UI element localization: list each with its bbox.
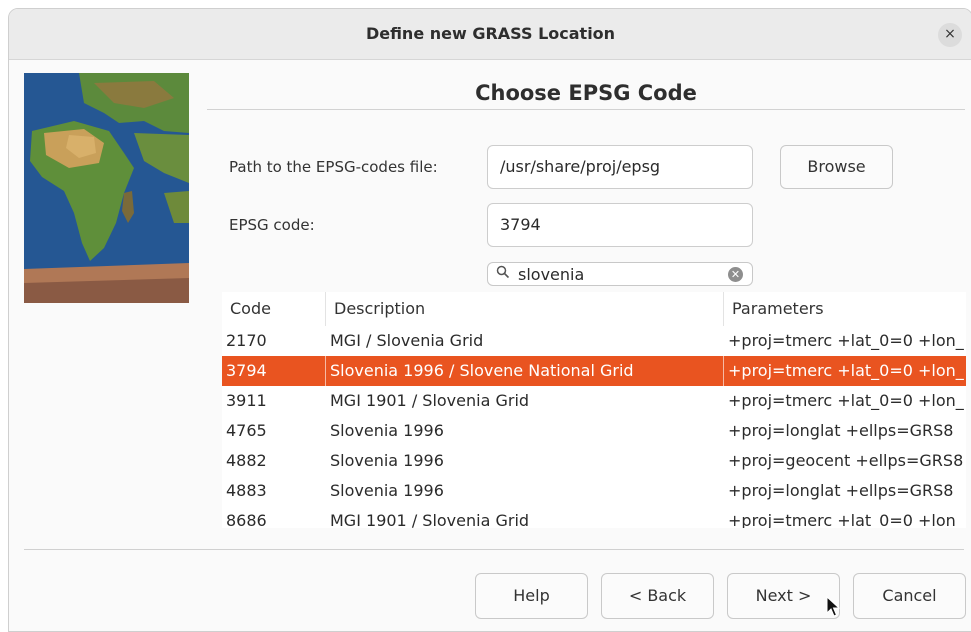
table-row[interactable]: 4883 Slovenia 1996 +proj=longlat +ellps=… [222, 476, 966, 506]
cell-code: 8686 [226, 511, 267, 528]
search-icon [496, 265, 510, 279]
cell-description: MGI / Slovenia Grid [330, 331, 484, 350]
search-text: slovenia [518, 265, 585, 284]
cell-parameters: +proj=tmerc +lat_0=0 +lon_ [728, 391, 964, 410]
table-row[interactable]: 4882 Slovenia 1996 +proj=geocent +ellps=… [222, 446, 966, 476]
cell-code: 4765 [226, 421, 267, 440]
close-icon: × [944, 26, 956, 42]
cancel-button[interactable]: Cancel [853, 573, 966, 619]
cell-parameters: +proj=geocent +ellps=GRS8 [728, 451, 964, 470]
window-title: Define new GRASS Location [365, 24, 616, 43]
footer-divider [24, 549, 964, 550]
epsg-path-input[interactable]: /usr/share/proj/epsg [487, 145, 753, 189]
dialog-window: Define new GRASS Location × Choose EPSG … [8, 8, 971, 632]
table-row[interactable]: 3911 MGI 1901 / Slovenia Grid +proj=tmer… [222, 386, 966, 416]
cell-description: Slovenia 1996 [330, 481, 444, 500]
cell-code: 4882 [226, 451, 267, 470]
world-map-image [24, 73, 189, 303]
column-header-description[interactable]: Description [326, 292, 724, 326]
mouse-pointer-icon [826, 596, 840, 617]
cell-code: 4883 [226, 481, 267, 500]
cell-code: 2170 [226, 331, 267, 350]
table-row[interactable]: 2170 MGI / Slovenia Grid +proj=tmerc +la… [222, 326, 966, 356]
help-button[interactable]: Help [475, 573, 588, 619]
table-row[interactable]: 8686 MGI 1901 / Slovenia Grid +proj=tmer… [222, 506, 966, 528]
search-input[interactable]: slovenia ✕ [487, 262, 753, 286]
clear-search-icon[interactable]: ✕ [728, 267, 743, 282]
close-button[interactable]: × [938, 23, 962, 47]
browse-button[interactable]: Browse [780, 145, 893, 189]
column-header-code[interactable]: Code [222, 292, 326, 326]
cell-parameters: +proj=longlat +ellps=GRS8 [728, 421, 954, 440]
epsg-code-label: EPSG code: [229, 216, 315, 234]
path-label: Path to the EPSG-codes file: [229, 158, 438, 176]
cell-description: Slovenia 1996 / Slovene National Grid [326, 356, 724, 386]
cell-parameters: +proj=tmerc +lat_0=0 +lon_ [728, 361, 964, 380]
column-header-parameters[interactable]: Parameters [724, 292, 966, 326]
cell-description: MGI 1901 / Slovenia Grid [330, 511, 530, 528]
cell-code: 3911 [226, 391, 267, 410]
cell-description: MGI 1901 / Slovenia Grid [330, 391, 530, 410]
titlebar: Define new GRASS Location × [9, 9, 971, 60]
epsg-code-input[interactable]: 3794 [487, 203, 753, 247]
cell-parameters: +proj=longlat +ellps=GRS8 [728, 481, 954, 500]
cell-description: Slovenia 1996 [330, 421, 444, 440]
cell-parameters: +proj=tmerc +lat_0=0 +lon_ [728, 511, 964, 528]
next-button[interactable]: Next > [727, 573, 840, 619]
page-heading: Choose EPSG Code [475, 81, 697, 105]
table-row-selected[interactable]: 3794 Slovenia 1996 / Slovene National Gr… [222, 356, 966, 386]
heading-divider [207, 109, 965, 110]
cell-code: 3794 [222, 356, 326, 386]
back-button[interactable]: < Back [601, 573, 714, 619]
table-row[interactable]: 4765 Slovenia 1996 +proj=longlat +ellps=… [222, 416, 966, 446]
cell-description: Slovenia 1996 [330, 451, 444, 470]
epsg-table[interactable]: Code Description Parameters 2170 MGI / S… [222, 292, 966, 528]
cell-parameters: +proj=tmerc +lat_0=0 +lon_ [728, 331, 964, 350]
